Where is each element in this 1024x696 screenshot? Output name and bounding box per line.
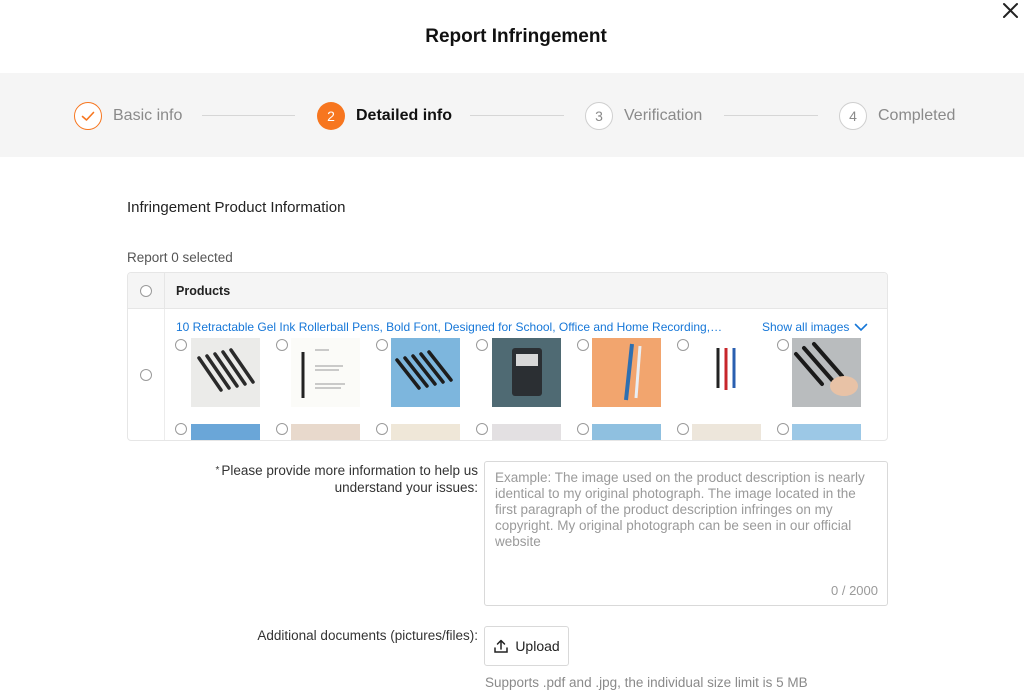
products-table: Products 10 Retractable Gel Ink Rollerba… bbox=[127, 272, 888, 441]
close-button[interactable] bbox=[999, 0, 1023, 24]
product-image[interactable] bbox=[592, 338, 661, 407]
step-divider bbox=[724, 115, 818, 116]
step-basic-info: Basic info bbox=[74, 102, 182, 130]
image-radio[interactable] bbox=[376, 339, 388, 351]
product-row-radio[interactable] bbox=[140, 369, 152, 381]
product-image[interactable] bbox=[291, 338, 360, 407]
image-radio[interactable] bbox=[677, 339, 689, 351]
product-image[interactable] bbox=[191, 338, 260, 407]
column-divider bbox=[164, 273, 165, 309]
product-image[interactable] bbox=[391, 424, 460, 440]
product-image[interactable] bbox=[191, 424, 260, 440]
step-detailed-info: 2 Detailed info bbox=[317, 102, 452, 130]
steps-bar: Basic info 2 Detailed info 3 Verificatio… bbox=[0, 73, 1024, 157]
upload-label: Upload bbox=[515, 638, 560, 654]
image-radio[interactable] bbox=[777, 423, 789, 435]
product-title-link[interactable]: 10 Retractable Gel Ink Rollerball Pens, … bbox=[176, 320, 724, 334]
product-image[interactable] bbox=[792, 338, 861, 407]
pen-orange-image bbox=[592, 338, 661, 407]
step-label: Basic info bbox=[113, 107, 183, 124]
close-icon bbox=[1003, 3, 1018, 18]
pen-colors-image bbox=[692, 338, 761, 407]
table-header: Products bbox=[128, 273, 887, 309]
image-radio[interactable] bbox=[777, 339, 789, 351]
upload-icon bbox=[494, 639, 509, 653]
image-radio[interactable] bbox=[376, 423, 388, 435]
product-image[interactable] bbox=[692, 338, 761, 407]
section-title: Infringement Product Information bbox=[127, 199, 346, 216]
pens-image bbox=[191, 338, 260, 407]
show-all-label: Show all images bbox=[762, 320, 850, 334]
documents-label: Additional documents (pictures/files): bbox=[257, 628, 478, 643]
image-radio[interactable] bbox=[677, 423, 689, 435]
product-image[interactable] bbox=[391, 338, 460, 407]
step-verification: 3 Verification bbox=[585, 102, 702, 130]
image-radio[interactable] bbox=[476, 339, 488, 351]
step-label: Verification bbox=[624, 107, 703, 124]
image-radio[interactable] bbox=[175, 423, 187, 435]
select-all-radio[interactable] bbox=[140, 285, 152, 297]
report-count: Report 0 selected bbox=[127, 250, 233, 265]
product-image[interactable] bbox=[492, 424, 561, 440]
more-info-label-line2: understand your issues: bbox=[334, 480, 478, 495]
step-completed: 4 Completed bbox=[839, 102, 955, 130]
product-image[interactable] bbox=[592, 424, 661, 440]
required-mark: * bbox=[215, 465, 220, 476]
pen-pack-image bbox=[492, 338, 561, 407]
show-all-images-button[interactable]: Show all images bbox=[762, 320, 868, 334]
product-image[interactable] bbox=[291, 424, 360, 440]
step-label: Completed bbox=[878, 107, 956, 124]
image-radio[interactable] bbox=[175, 339, 187, 351]
image-radio[interactable] bbox=[577, 339, 589, 351]
step-number: 3 bbox=[585, 102, 613, 130]
pen-diagram-image bbox=[291, 338, 360, 407]
product-image[interactable] bbox=[692, 424, 761, 440]
product-image[interactable] bbox=[492, 338, 561, 407]
image-radio[interactable] bbox=[276, 339, 288, 351]
image-radio[interactable] bbox=[577, 423, 589, 435]
product-image[interactable] bbox=[792, 424, 861, 440]
upload-hint: Supports .pdf and .jpg, the individual s… bbox=[485, 675, 808, 690]
pens-blue-image bbox=[391, 338, 460, 407]
step-label: Detailed info bbox=[356, 107, 453, 124]
more-info-label-line1: Please provide more information to help … bbox=[221, 463, 478, 478]
products-column-header: Products bbox=[176, 284, 231, 298]
dialog-title: Report Infringement bbox=[425, 26, 607, 47]
image-radio[interactable] bbox=[276, 423, 288, 435]
step-check-icon bbox=[74, 102, 102, 130]
step-number: 2 bbox=[317, 102, 345, 130]
step-number: 4 bbox=[839, 102, 867, 130]
column-divider bbox=[164, 309, 165, 440]
chevron-down-icon bbox=[855, 323, 868, 331]
more-info-label: * Please provide more information to help… bbox=[160, 462, 478, 496]
step-divider bbox=[470, 115, 564, 116]
pens-hand-image bbox=[792, 338, 861, 407]
step-divider bbox=[202, 115, 295, 116]
image-radio[interactable] bbox=[476, 423, 488, 435]
upload-button[interactable]: Upload bbox=[484, 626, 569, 666]
character-counter: 0 / 2000 bbox=[831, 583, 878, 598]
